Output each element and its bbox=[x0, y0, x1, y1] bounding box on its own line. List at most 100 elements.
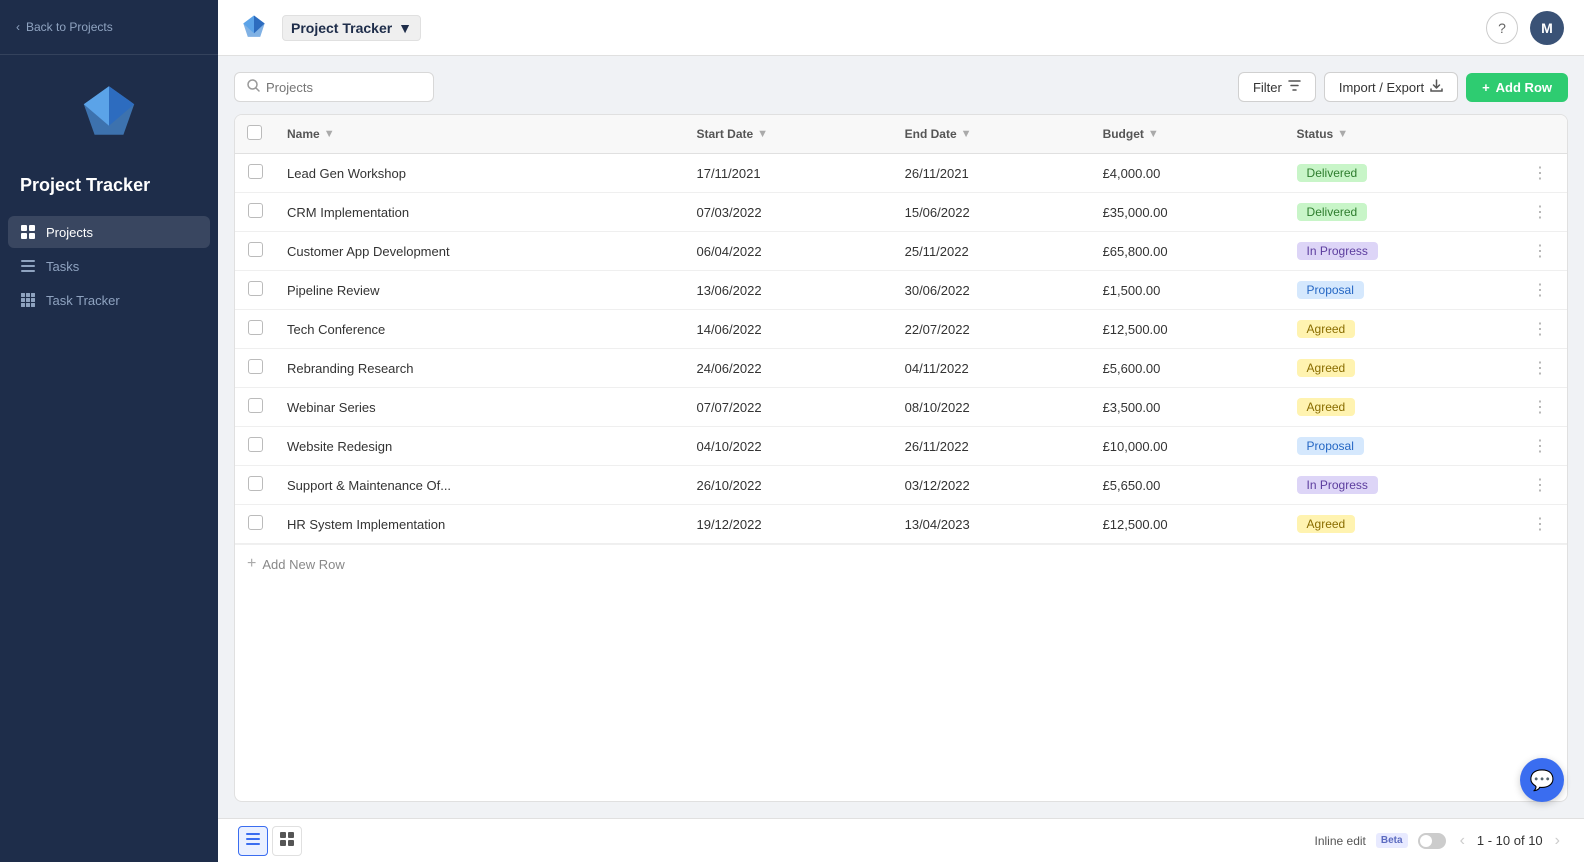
row-menu-button[interactable]: ⋮ bbox=[1526, 319, 1555, 340]
sidebar-header: ‹ Back to Projects bbox=[0, 0, 218, 55]
help-button[interactable]: ? bbox=[1486, 12, 1518, 44]
row-checkbox[interactable] bbox=[248, 203, 263, 218]
row-menu-button[interactable]: ⋮ bbox=[1526, 202, 1555, 223]
app-name-dropdown[interactable]: Project Tracker ▼ bbox=[282, 15, 421, 41]
row-start-date: 06/04/2022 bbox=[684, 232, 892, 271]
row-checkbox[interactable] bbox=[248, 320, 263, 335]
search-box[interactable] bbox=[234, 72, 434, 102]
status-badge: In Progress bbox=[1297, 476, 1378, 494]
row-budget: £65,800.00 bbox=[1091, 232, 1285, 271]
row-end-date: 15/06/2022 bbox=[893, 193, 1091, 232]
row-menu-button[interactable]: ⋮ bbox=[1526, 397, 1555, 418]
row-name: CRM Implementation bbox=[275, 193, 684, 232]
col-header-name[interactable]: Name ▼ bbox=[275, 115, 684, 154]
list-view-button[interactable] bbox=[238, 826, 268, 856]
col-header-budget[interactable]: Budget ▼ bbox=[1091, 115, 1285, 154]
add-new-row[interactable]: + Add New Row bbox=[235, 544, 1567, 583]
prev-page-button[interactable]: ‹ bbox=[1456, 832, 1469, 850]
row-checkbox[interactable] bbox=[248, 359, 263, 374]
row-budget: £5,650.00 bbox=[1091, 466, 1285, 505]
table-row: CRM Implementation 07/03/2022 15/06/2022… bbox=[235, 193, 1567, 232]
table-row: Rebranding Research 24/06/2022 04/11/202… bbox=[235, 349, 1567, 388]
table-row: Customer App Development 06/04/2022 25/1… bbox=[235, 232, 1567, 271]
grid-view-icon bbox=[280, 832, 294, 849]
row-menu-button[interactable]: ⋮ bbox=[1526, 475, 1555, 496]
chevron-down-icon: ▼ bbox=[398, 20, 412, 36]
row-menu-button[interactable]: ⋮ bbox=[1526, 514, 1555, 535]
filter-icon bbox=[1288, 79, 1301, 95]
row-menu-button[interactable]: ⋮ bbox=[1526, 241, 1555, 262]
sidebar-nav: Projects Tasks bbox=[0, 212, 218, 320]
row-end-date: 26/11/2021 bbox=[893, 154, 1091, 193]
row-checkbox[interactable] bbox=[248, 437, 263, 452]
row-start-date: 07/03/2022 bbox=[684, 193, 892, 232]
search-icon bbox=[247, 79, 260, 95]
chat-bubble[interactable]: 💬 bbox=[1520, 758, 1564, 802]
row-checkbox[interactable] bbox=[248, 476, 263, 491]
row-menu-cell: ⋮ bbox=[1514, 154, 1567, 193]
main-content: Project Tracker ▼ ? M bbox=[218, 0, 1584, 862]
avatar[interactable]: M bbox=[1530, 11, 1564, 45]
col-header-status[interactable]: Status ▼ bbox=[1285, 115, 1514, 154]
status-badge: Agreed bbox=[1297, 359, 1356, 377]
list-icon bbox=[20, 258, 36, 274]
view-toggle bbox=[238, 826, 302, 856]
row-status: Delivered bbox=[1285, 154, 1514, 193]
header-checkbox[interactable] bbox=[247, 125, 262, 140]
row-budget: £12,500.00 bbox=[1091, 505, 1285, 544]
back-to-projects-link[interactable]: ‹ Back to Projects bbox=[16, 16, 202, 44]
row-name: Rebranding Research bbox=[275, 349, 684, 388]
row-end-date: 03/12/2022 bbox=[893, 466, 1091, 505]
row-checkbox[interactable] bbox=[248, 164, 263, 179]
row-budget: £3,500.00 bbox=[1091, 388, 1285, 427]
row-name: Webinar Series bbox=[275, 388, 684, 427]
row-menu-cell: ⋮ bbox=[1514, 232, 1567, 271]
row-status: Proposal bbox=[1285, 271, 1514, 310]
col-header-end-date[interactable]: End Date ▼ bbox=[893, 115, 1091, 154]
row-budget: £35,000.00 bbox=[1091, 193, 1285, 232]
row-menu-button[interactable]: ⋮ bbox=[1526, 280, 1555, 301]
chat-icon: 💬 bbox=[1530, 768, 1555, 793]
inline-edit-toggle[interactable] bbox=[1418, 833, 1446, 849]
table-row: Lead Gen Workshop 17/11/2021 26/11/2021 … bbox=[235, 154, 1567, 193]
sort-icon: ▼ bbox=[757, 128, 768, 140]
row-menu-cell: ⋮ bbox=[1514, 271, 1567, 310]
pagination-label: 1 - 10 of 10 bbox=[1477, 833, 1543, 848]
row-checkbox[interactable] bbox=[248, 242, 263, 257]
row-checkbox[interactable] bbox=[248, 515, 263, 530]
row-menu-button[interactable]: ⋮ bbox=[1526, 436, 1555, 457]
list-view-icon bbox=[246, 832, 260, 849]
search-input[interactable] bbox=[266, 80, 421, 95]
next-page-button[interactable]: › bbox=[1551, 832, 1564, 850]
row-checkbox[interactable] bbox=[248, 281, 263, 296]
logo-area bbox=[0, 55, 218, 167]
row-name: Tech Conference bbox=[275, 310, 684, 349]
table-row: HR System Implementation 19/12/2022 13/0… bbox=[235, 505, 1567, 544]
row-menu-button[interactable]: ⋮ bbox=[1526, 163, 1555, 184]
sort-icon: ▼ bbox=[1148, 128, 1159, 140]
row-name: Support & Maintenance Of... bbox=[275, 466, 684, 505]
status-badge: Agreed bbox=[1297, 515, 1356, 533]
import-export-button[interactable]: Import / Export bbox=[1324, 72, 1458, 102]
back-label: Back to Projects bbox=[26, 20, 113, 34]
grid-view-button[interactable] bbox=[272, 826, 302, 856]
inline-edit-label: Inline edit bbox=[1315, 834, 1366, 848]
row-status: Agreed bbox=[1285, 310, 1514, 349]
row-menu-cell: ⋮ bbox=[1514, 388, 1567, 427]
table-row: Website Redesign 04/10/2022 26/11/2022 £… bbox=[235, 427, 1567, 466]
add-row-button[interactable]: + Add Row bbox=[1466, 73, 1568, 102]
row-budget: £4,000.00 bbox=[1091, 154, 1285, 193]
sidebar-item-tasks[interactable]: Tasks bbox=[8, 250, 210, 282]
sidebar-item-projects[interactable]: Projects bbox=[8, 216, 210, 248]
plus-icon: + bbox=[247, 555, 256, 573]
table-row: Support & Maintenance Of... 26/10/2022 0… bbox=[235, 466, 1567, 505]
filter-button[interactable]: Filter bbox=[1238, 72, 1316, 102]
row-status: Delivered bbox=[1285, 193, 1514, 232]
row-menu-button[interactable]: ⋮ bbox=[1526, 358, 1555, 379]
row-checkbox-cell bbox=[235, 349, 275, 388]
row-start-date: 14/06/2022 bbox=[684, 310, 892, 349]
col-header-start-date[interactable]: Start Date ▼ bbox=[684, 115, 892, 154]
sidebar-item-task-tracker[interactable]: Task Tracker bbox=[8, 284, 210, 316]
sidebar-title: Project Tracker bbox=[0, 167, 218, 212]
row-checkbox[interactable] bbox=[248, 398, 263, 413]
